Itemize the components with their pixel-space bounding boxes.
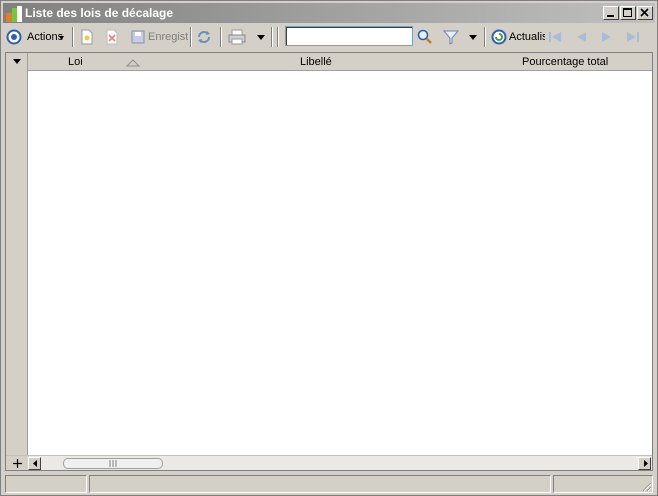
next-record-button[interactable]: [599, 25, 615, 49]
status-panel: [89, 475, 551, 493]
filter-dropdown-button[interactable]: [469, 25, 477, 49]
refresh-button[interactable]: Actualis: [491, 25, 545, 49]
save-icon: [131, 30, 145, 44]
resize-grip-icon[interactable]: [640, 480, 652, 492]
actions-button[interactable]: Actions: [6, 25, 70, 49]
close-icon: [640, 8, 649, 17]
grip-icon: [109, 460, 117, 467]
grid-header: Loi Libellé Pourcentage total: [28, 53, 652, 71]
horizontal-scrollbar[interactable]: [28, 455, 652, 470]
toolbar-separator: [277, 27, 279, 47]
save-button[interactable]: Enregist: [130, 25, 188, 49]
maximize-button[interactable]: [620, 6, 636, 20]
printer-icon: [228, 29, 246, 45]
previous-record-icon: [577, 32, 586, 42]
column-chooser-icon[interactable]: [13, 59, 23, 65]
search-input[interactable]: [287, 28, 411, 44]
last-record-button[interactable]: [625, 25, 641, 49]
minimize-button[interactable]: [603, 6, 619, 20]
column-header-loi[interactable]: Loi: [68, 56, 83, 68]
app-icon: [6, 6, 22, 22]
status-bar: [3, 475, 655, 493]
chevron-down-icon: [469, 34, 477, 40]
arrow-left-icon: [33, 460, 37, 467]
filter-button[interactable]: [443, 25, 459, 49]
reload-icon: [198, 31, 210, 43]
toolbar-separator: [271, 27, 273, 47]
actions-icon: [6, 29, 22, 45]
save-label: Enregist: [148, 31, 188, 43]
window: Liste des lois de décalage Actions Enreg…: [0, 0, 658, 496]
first-record-button[interactable]: [547, 25, 563, 49]
print-button[interactable]: [228, 25, 246, 49]
row-header-column: [6, 53, 28, 470]
chevron-down-icon: [257, 34, 265, 40]
delete-button[interactable]: [104, 25, 120, 49]
arrow-right-icon: [644, 460, 648, 467]
search-icon: [417, 29, 432, 44]
toolbar: Actions Enregist Actualis: [3, 25, 655, 49]
toolbar-separator: [72, 27, 74, 47]
status-panel: [5, 475, 87, 493]
toolbar-separator: [220, 27, 222, 47]
filter-icon: [443, 30, 459, 45]
previous-record-button[interactable]: [573, 25, 589, 49]
close-button[interactable]: [637, 6, 653, 20]
scroll-left-button[interactable]: [28, 457, 41, 470]
scroll-right-button[interactable]: [638, 457, 651, 470]
column-header-pourcentage-total[interactable]: Pourcentage total: [522, 56, 608, 68]
last-record-icon: [627, 32, 639, 42]
reload-button[interactable]: [196, 25, 212, 49]
dropdown-arrow-icon: [59, 36, 65, 40]
new-button[interactable]: [79, 25, 95, 49]
refresh-icon: [491, 29, 507, 45]
add-row-icon[interactable]: [13, 459, 22, 468]
scroll-thumb[interactable]: [63, 458, 163, 469]
first-record-icon: [549, 32, 561, 42]
grid-body[interactable]: [29, 71, 652, 455]
minimize-icon: [607, 15, 614, 17]
next-record-icon: [602, 32, 611, 42]
scroll-corner: [6, 455, 29, 470]
delete-icon: [106, 29, 118, 45]
title-bar[interactable]: Liste des lois de décalage: [3, 3, 655, 23]
search-field[interactable]: [285, 26, 413, 46]
search-button[interactable]: [417, 25, 433, 49]
toolbar-separator: [484, 27, 486, 47]
sort-ascending-icon: [126, 59, 140, 67]
maximize-icon: [623, 8, 632, 17]
data-grid: Loi Libellé Pourcentage total: [5, 52, 653, 471]
print-dropdown-button[interactable]: [257, 25, 265, 49]
refresh-label: Actualis: [509, 31, 545, 43]
window-title: Liste des lois de décalage: [25, 6, 174, 20]
actions-label: Actions: [27, 31, 64, 43]
status-panel: [553, 475, 653, 493]
new-document-icon: [81, 29, 93, 45]
column-header-libelle[interactable]: Libellé: [300, 56, 332, 68]
toolbar-separator: [190, 27, 192, 47]
